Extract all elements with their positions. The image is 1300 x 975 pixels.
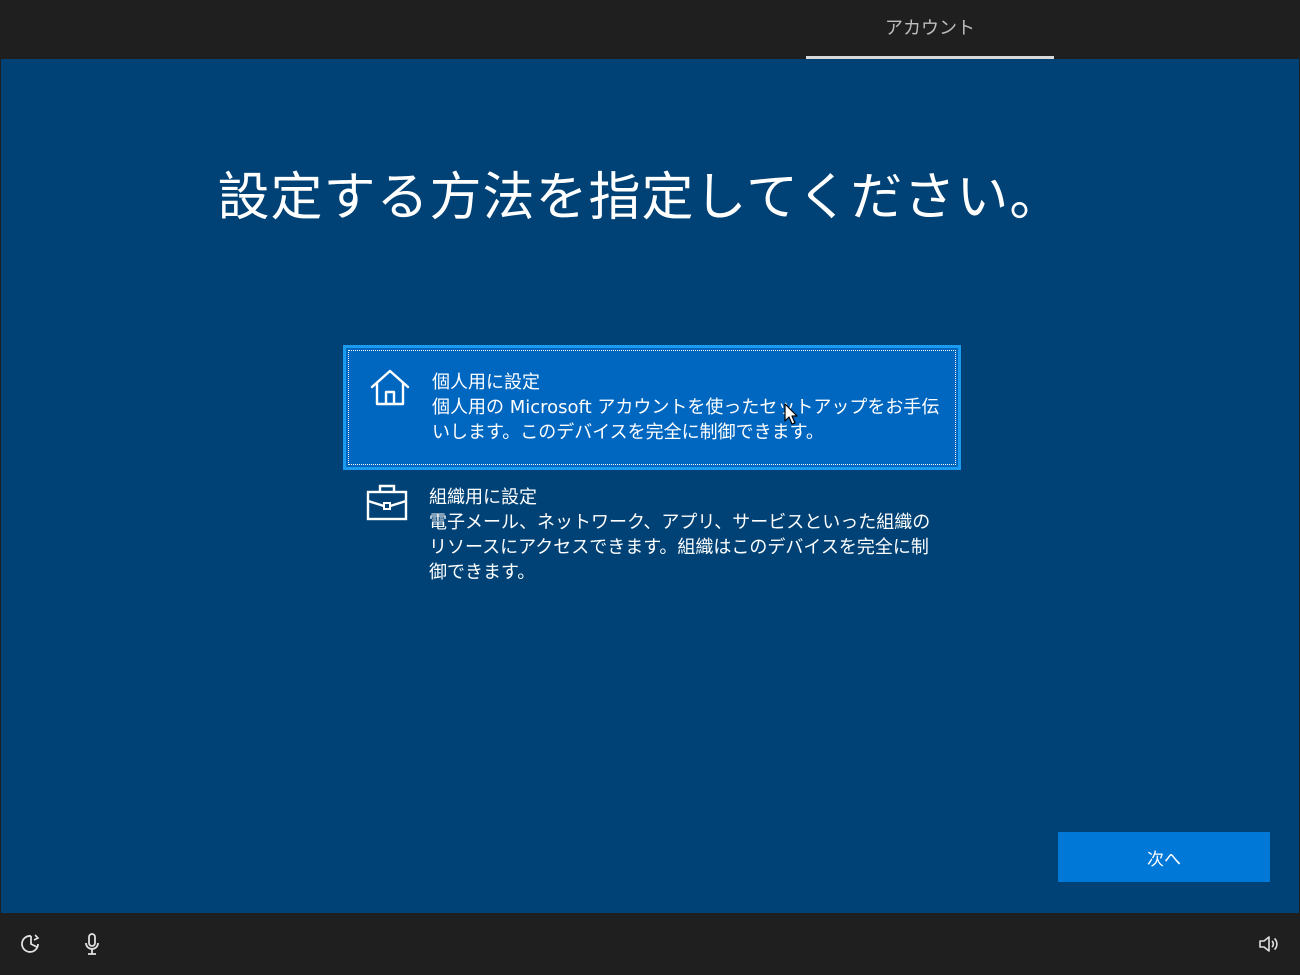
option-personal-text: 個人用に設定 個人用の Microsoft アカウントを使ったセットアップをお手… [432,370,942,445]
option-work[interactable]: 組織用に設定 電子メール、ネットワーク、アプリ、サービスといった組織のリソースに… [343,477,961,607]
option-title: 個人用に設定 [432,372,540,393]
home-icon [370,369,410,406]
briefcase-icon [366,484,408,521]
volume-icon[interactable] [1256,931,1282,957]
next-button[interactable]: 次へ [1058,832,1270,882]
option-description: 個人用の Microsoft アカウントを使ったセットアップをお手伝いします。こ… [432,397,940,443]
option-description: 電子メール、ネットワーク、アプリ、サービスといった組織のリソースにアクセスできま… [429,512,931,583]
page-title: 設定する方法を指定してください。 [217,168,1063,228]
option-work-text: 組織用に設定 電子メール、ネットワーク、アプリ、サービスといった組織のリソースに… [429,485,939,585]
option-personal[interactable]: 個人用に設定 個人用の Microsoft アカウントを使ったセットアップをお手… [343,345,961,470]
top-bar: アカウント [0,0,1300,59]
ease-of-access-icon[interactable] [18,931,44,957]
main-panel: 設定する方法を指定してください。 個人用に設定 個人用の Microsoft ア… [1,59,1299,913]
tab-account: アカウント [885,18,975,39]
microphone-icon[interactable] [79,931,105,957]
option-title: 組織用に設定 [429,487,537,508]
bottom-bar [0,913,1300,975]
